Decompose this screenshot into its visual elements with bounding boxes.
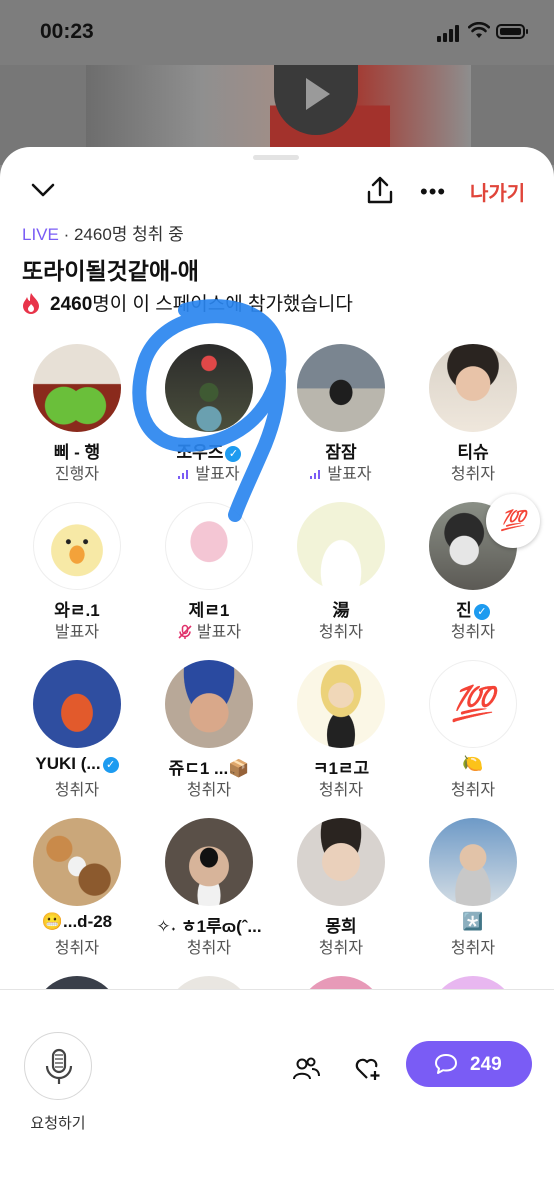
participant-role: 발표자 xyxy=(54,624,100,641)
participant-name: *️⃣ xyxy=(462,912,484,931)
avatar xyxy=(165,818,253,906)
circle-annotation xyxy=(132,299,287,522)
participant-card[interactable]: 몽희 청취자 xyxy=(272,816,410,966)
participant-role: 청취자 xyxy=(186,782,232,799)
participant-card[interactable]: 쥬ㄷ1 ...📦 청취자 xyxy=(140,658,278,808)
verified-icon: ✓ xyxy=(102,757,119,773)
avatar xyxy=(33,344,121,432)
participant-role: 청취자 xyxy=(450,624,496,641)
participant-card[interactable]: 💯 진 ✓ 청취자 xyxy=(404,494,542,650)
live-badge: LIVE xyxy=(22,225,59,244)
participant-name: 😬...d-28 xyxy=(41,912,113,931)
avatar xyxy=(429,818,517,906)
avatar xyxy=(297,344,385,432)
heart-add-icon[interactable] xyxy=(354,1056,382,1082)
signal-icon xyxy=(437,24,463,42)
participant-card[interactable]: ㅋ1ㄹ고 청취자 xyxy=(272,658,410,808)
people-icon[interactable] xyxy=(292,1056,320,1082)
space-title: 또라이될것같애-애 xyxy=(22,258,199,284)
listener-count: · 2460명 청취 중 xyxy=(63,225,184,244)
avatar xyxy=(33,818,121,906)
participant-role: 청취자 xyxy=(318,624,364,641)
participant-name: YUKI (... ✓ xyxy=(8,754,146,774)
joined-count: 2460 xyxy=(50,294,93,315)
status-bar: 00:23 xyxy=(0,0,554,65)
mic-muted-icon xyxy=(178,624,192,639)
participant-role: 청취자 xyxy=(318,782,364,799)
chat-bubble-icon xyxy=(435,1054,457,1074)
avatar xyxy=(429,344,517,432)
participant-card[interactable]: 💯 🍋 청취자 xyxy=(404,658,542,808)
more-options-icon[interactable]: ••• xyxy=(420,181,446,203)
wifi-icon xyxy=(468,22,490,38)
hundred-emoji-badge: 💯 xyxy=(486,494,540,548)
participant-role: 발표자 xyxy=(140,618,278,642)
leave-button[interactable]: 나가기 xyxy=(470,177,525,206)
participant-card[interactable]: *️⃣ 청취자 xyxy=(404,816,542,966)
participant-card[interactable]: 😬...d-28 청취자 xyxy=(8,816,146,966)
participant-card[interactable]: 티슈 청취자 xyxy=(404,342,542,492)
avatar xyxy=(297,818,385,906)
chevron-down-icon[interactable] xyxy=(30,177,56,203)
participant-role: 청취자 xyxy=(186,940,232,957)
participant-name: 🍋 xyxy=(462,754,484,773)
request-mic-button[interactable] xyxy=(24,1032,92,1100)
participant-role: 청취자 xyxy=(54,940,100,957)
avatar: 💯 xyxy=(429,660,517,748)
participant-card[interactable]: ✧˖ ㅎ1루ɷ(ˆ... 청취자 xyxy=(140,816,278,966)
avatar xyxy=(33,502,121,590)
sheet-header: ••• 나가기 xyxy=(0,147,554,227)
microphone-icon xyxy=(45,1048,73,1084)
battery-icon xyxy=(496,24,528,39)
participant-role: 청취자 xyxy=(450,466,496,483)
avatar xyxy=(33,660,121,748)
participant-role: 청취자 xyxy=(450,940,496,957)
participant-role: 청취자 xyxy=(450,782,496,799)
participant-role: 청취자 xyxy=(318,940,364,957)
live-status: LIVE · 2460명 청취 중 xyxy=(22,220,184,245)
bottom-bar: 요청하기 249 xyxy=(0,989,554,1200)
avatar xyxy=(165,660,253,748)
share-icon[interactable] xyxy=(366,175,394,205)
comments-button[interactable]: 249 xyxy=(406,1041,532,1087)
fire-icon xyxy=(23,293,39,314)
status-time: 00:23 xyxy=(40,20,94,43)
avatar xyxy=(297,660,385,748)
avatar xyxy=(297,502,385,590)
comment-count: 249 xyxy=(470,1054,502,1075)
participant-role: 청취자 xyxy=(54,782,100,799)
speaking-icon xyxy=(310,469,324,479)
request-label: 요청하기 xyxy=(30,1115,86,1132)
participant-card[interactable]: YUKI (... ✓ 청취자 xyxy=(8,658,146,808)
space-sheet: ••• 나가기 LIVE · 2460명 청취 중 또라이될것같애-애 2460… xyxy=(0,147,554,1200)
